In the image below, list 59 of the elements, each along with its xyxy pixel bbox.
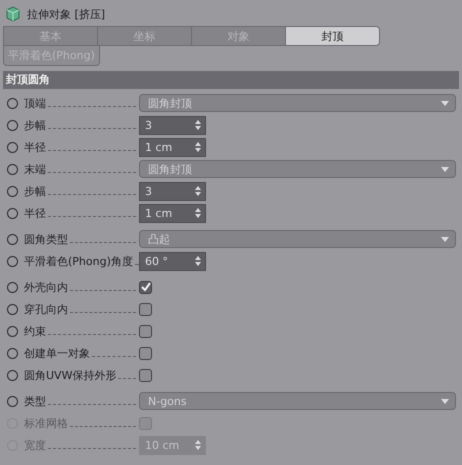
caret-icon xyxy=(441,100,449,106)
number-field[interactable]: 3 xyxy=(139,182,206,200)
field-label: 步幅 xyxy=(24,184,46,198)
spinner-icon xyxy=(195,256,201,266)
animate-radio[interactable] xyxy=(7,98,18,108)
number-field[interactable]: 3 xyxy=(139,116,206,134)
spinner-icon xyxy=(195,440,201,450)
field-label: 穿孔向内 xyxy=(24,302,68,316)
number-field[interactable]: 1 cm xyxy=(139,204,206,222)
animate-radio[interactable] xyxy=(7,164,18,174)
field-label: 圆角UVW保持外形 xyxy=(24,368,116,382)
field-label: 宽度 xyxy=(24,438,46,452)
animate-radio[interactable] xyxy=(7,234,18,244)
animate-radio[interactable] xyxy=(7,120,18,130)
spinner-icon xyxy=(195,142,201,152)
animate-radio[interactable] xyxy=(7,208,18,218)
dropdown[interactable]: 圆角封顶 xyxy=(139,160,456,178)
spinner-icon xyxy=(195,208,201,218)
field-label: 半径 xyxy=(24,206,46,220)
animate-radio[interactable] xyxy=(7,186,18,196)
panel-title: 拉伸对象 [挤压] xyxy=(27,6,106,22)
caret-icon xyxy=(441,398,449,404)
checkbox[interactable] xyxy=(139,324,152,338)
animate-radio[interactable] xyxy=(7,370,18,380)
animate-radio[interactable] xyxy=(7,304,18,314)
caret-icon xyxy=(441,236,449,242)
dropdown[interactable]: N-gons xyxy=(139,392,456,410)
dropdown[interactable]: 圆角封顶 xyxy=(139,94,456,112)
spinner-icon xyxy=(195,120,201,130)
field-label: 圆角类型 xyxy=(24,232,68,246)
field-label: 外壳向内 xyxy=(24,280,68,294)
number-field[interactable]: 1 cm xyxy=(139,138,206,156)
animate-radio[interactable] xyxy=(7,142,18,152)
checkbox[interactable] xyxy=(139,346,152,360)
number-field[interactable]: 60 ° xyxy=(139,252,206,270)
field-label: 创建单一对象 xyxy=(24,346,90,360)
caret-icon xyxy=(441,166,449,172)
field-label: 类型 xyxy=(24,394,46,408)
check-icon xyxy=(140,282,150,292)
spinner-icon xyxy=(195,186,201,196)
section-header: 封顶圆角 xyxy=(3,71,459,89)
animate-radio[interactable] xyxy=(7,348,18,358)
checkbox[interactable] xyxy=(139,302,152,316)
checkbox[interactable] xyxy=(139,368,152,382)
field-label: 平滑着色(Phong)角度 xyxy=(24,254,133,268)
field-label: 步幅 xyxy=(24,118,46,132)
animate-radio[interactable] xyxy=(7,326,18,336)
animate-radio[interactable] xyxy=(7,256,18,266)
animate-radio[interactable] xyxy=(7,282,18,292)
cube-icon xyxy=(5,6,21,22)
animate-radio[interactable] xyxy=(7,396,18,406)
tab[interactable]: 封顶 xyxy=(285,26,380,46)
field-label: 半径 xyxy=(24,140,46,154)
field-label: 末端 xyxy=(24,162,46,176)
field-label: 标准网格 xyxy=(24,416,68,430)
field-label: 约束 xyxy=(24,324,46,338)
dropdown[interactable]: 凸起 xyxy=(139,230,456,248)
checkbox[interactable] xyxy=(139,280,152,294)
field-label: 顶端 xyxy=(24,96,46,110)
